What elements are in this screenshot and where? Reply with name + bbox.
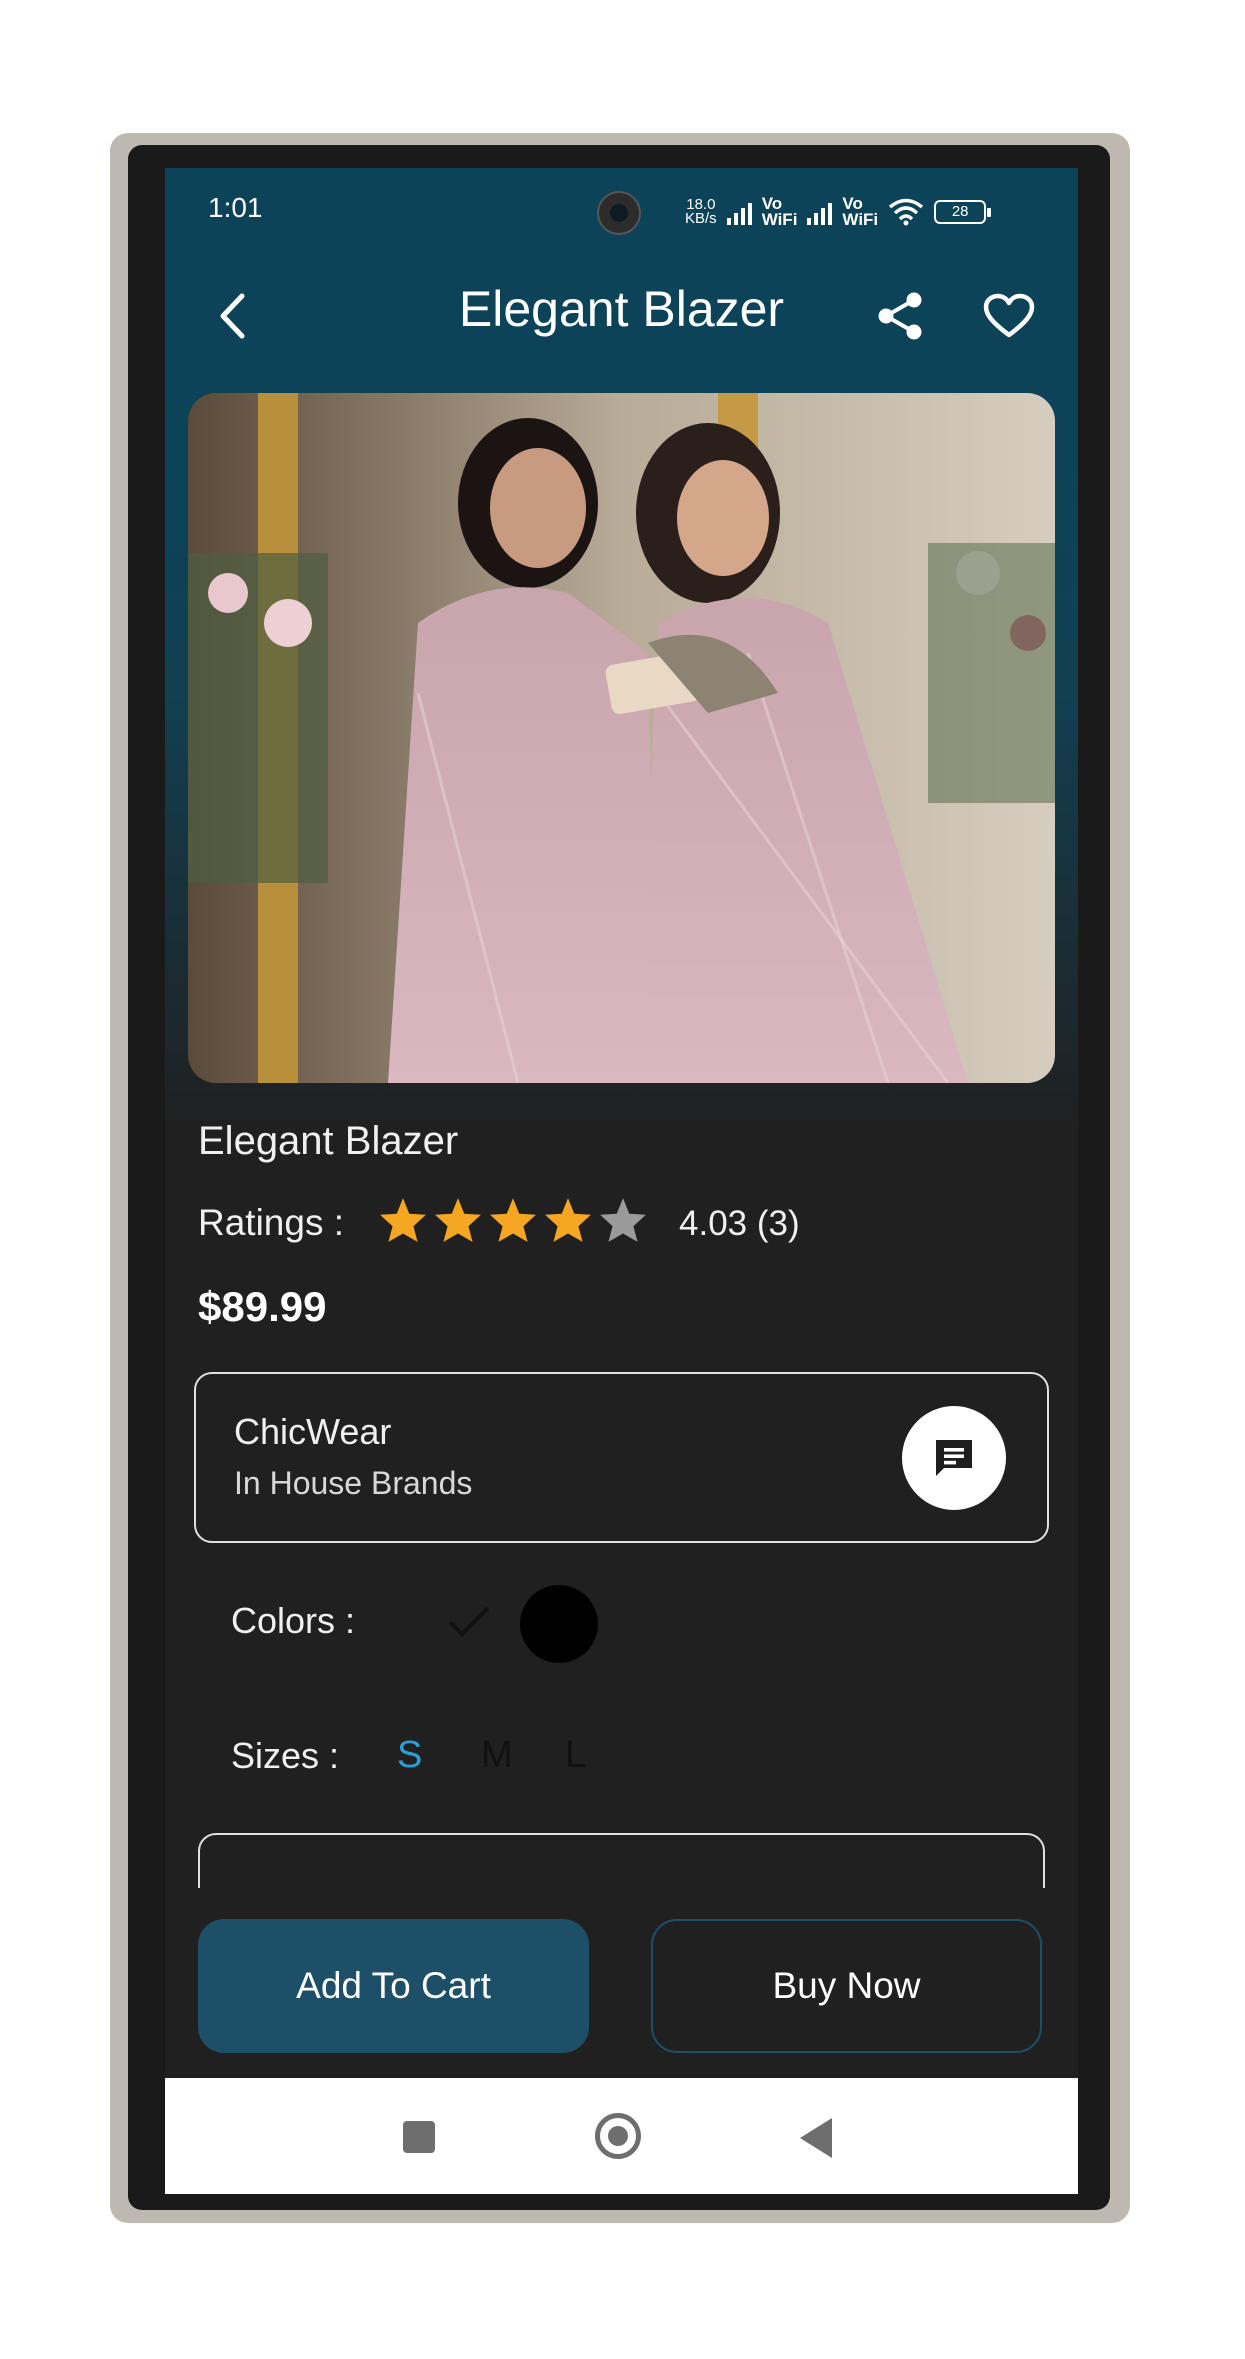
vowifi-icon: Vo WiFi (761, 195, 798, 229)
page-title: Elegant Blazer (458, 281, 785, 337)
product-name: Elegant Blazer (198, 1119, 459, 1163)
check-icon (448, 1606, 490, 1637)
product-price: $89.99 (198, 1283, 327, 1330)
rating-stars (378, 1196, 648, 1244)
status-icons: 18.0 KB/s Vo WiFi Vo WiFi 28 (685, 194, 992, 230)
size-option-m[interactable]: M (481, 1734, 513, 1777)
network-speed-unit: KB/s (685, 210, 717, 227)
color-option-selected[interactable] (439, 1592, 499, 1652)
signal-icon (807, 199, 833, 225)
rating-value: 4.03 (3) (679, 1204, 800, 1243)
brand-category: In House Brands (234, 1465, 473, 1501)
product-photo (188, 393, 1055, 1083)
back-triangle-icon[interactable] (800, 2118, 832, 2158)
buy-now-button[interactable]: Buy Now (651, 1919, 1042, 2053)
system-nav-bar (165, 2078, 1078, 2194)
ratings-label: Ratings : (198, 1202, 345, 1243)
sizes-label: Sizes : (231, 1735, 340, 1776)
network-speed: 18.0 KB/s (685, 197, 717, 227)
color-option-black[interactable] (520, 1585, 598, 1663)
vowifi-label: WiFi (842, 210, 879, 229)
brand-card[interactable]: ChicWear In House Brands (194, 1372, 1049, 1543)
star-filled-icon (380, 1198, 426, 1242)
screen: 1:01 18.0 KB/s Vo WiFi Vo WiFi 28 Elegan… (165, 168, 1078, 2194)
add-to-cart-button[interactable]: Add To Cart (198, 1919, 589, 2053)
colors-label: Colors : (231, 1600, 356, 1641)
product-image[interactable] (188, 393, 1055, 1083)
chat-message-icon (936, 1440, 972, 1476)
star-filled-icon (490, 1198, 536, 1242)
size-option-l[interactable]: L (565, 1734, 586, 1777)
heart-outline-icon (983, 293, 1035, 338)
front-camera (597, 191, 641, 235)
chat-button[interactable] (902, 1406, 1006, 1510)
favorite-button[interactable] (980, 288, 1038, 344)
vowifi-label: WiFi (761, 210, 798, 229)
recents-icon[interactable] (403, 2121, 435, 2153)
signal-icon (726, 199, 752, 225)
star-empty-icon (600, 1198, 646, 1242)
share-icon (878, 292, 922, 340)
star-filled-icon (435, 1198, 481, 1242)
battery-icon: 28 (934, 200, 992, 224)
status-time: 1:01 (208, 192, 263, 223)
brand-name: ChicWear (234, 1411, 392, 1452)
size-option-s[interactable]: S (397, 1734, 422, 1777)
star-filled-icon (545, 1198, 591, 1242)
share-button[interactable] (872, 288, 928, 344)
home-icon[interactable] (595, 2113, 641, 2159)
vowifi-icon: Vo WiFi (842, 195, 879, 229)
wifi-icon (889, 198, 924, 226)
